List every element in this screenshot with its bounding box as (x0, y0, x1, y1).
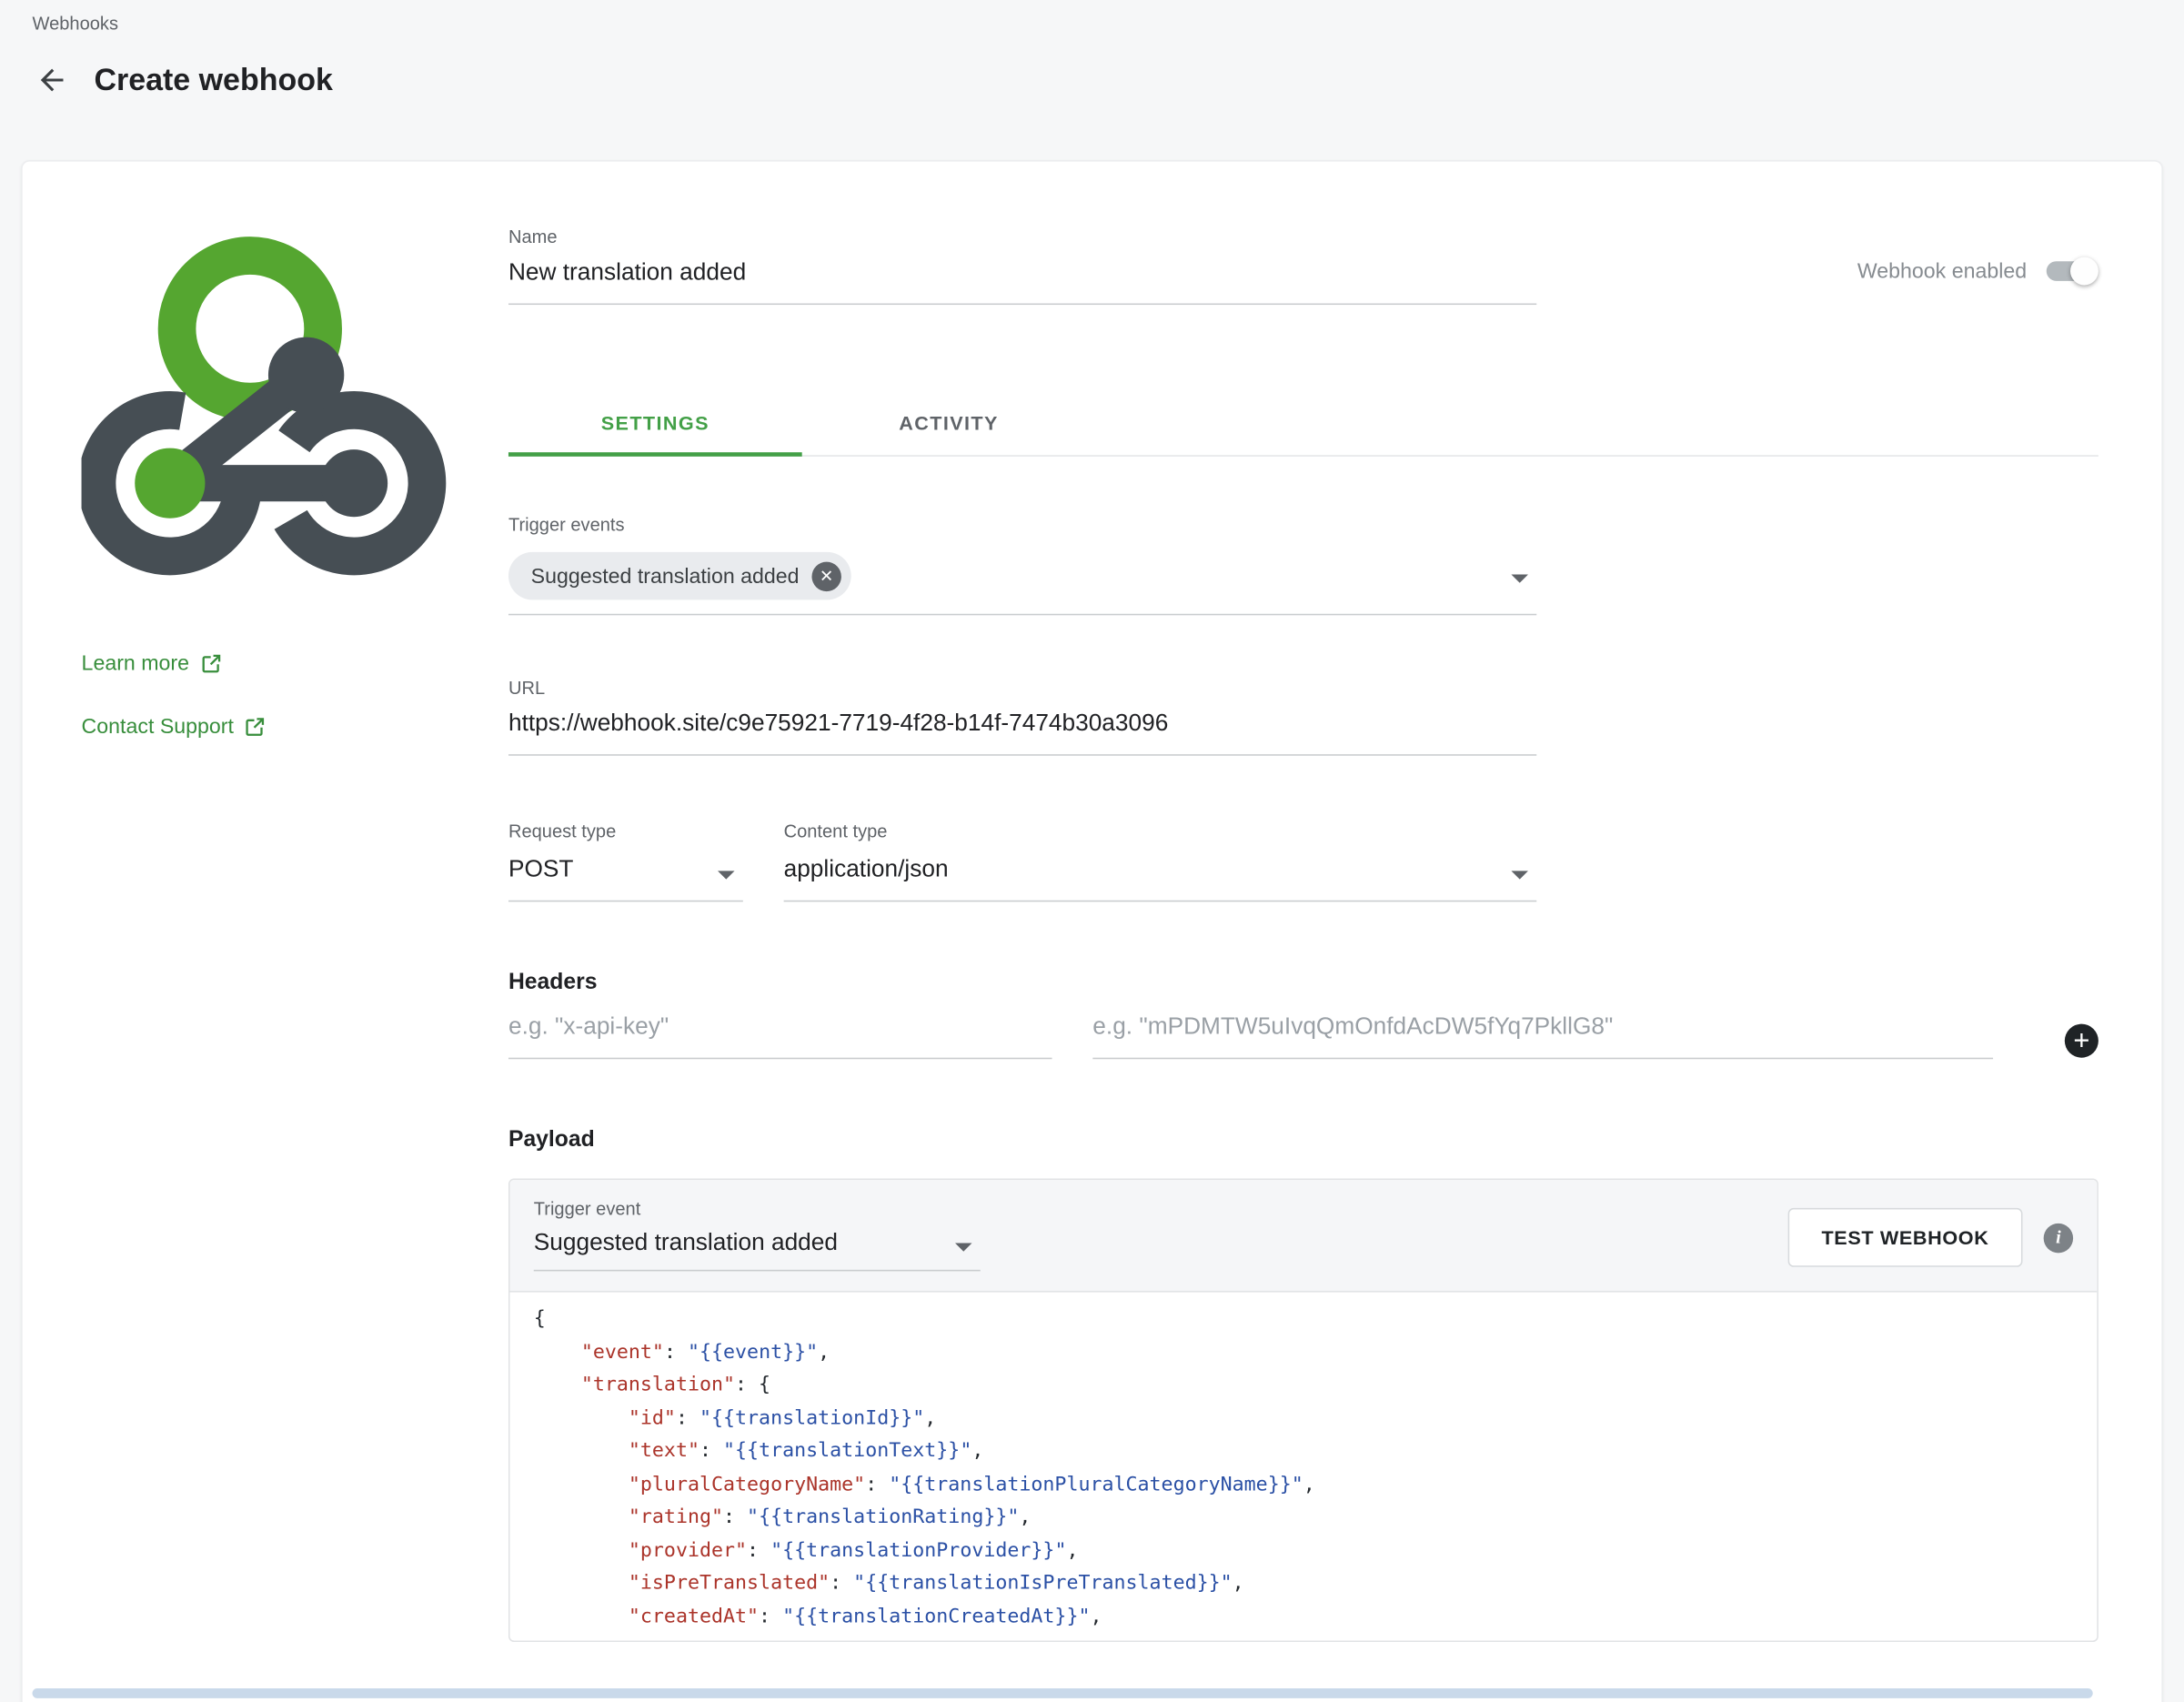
request-type-value-row: POST (508, 846, 743, 902)
name-row: Name Webhook enabled (508, 227, 2098, 305)
payload-header-actions: TEST WEBHOOK i (1787, 1208, 2073, 1267)
url-label: URL (508, 677, 1536, 698)
trigger-event-chip: Suggested translation added ✕ (508, 552, 851, 599)
content-type-label: Content type (784, 821, 1537, 841)
request-type-value: POST (508, 855, 613, 881)
title-row: Create webhook (33, 56, 2152, 104)
content-type-value: application/json (784, 855, 988, 881)
headers-title: Headers (508, 971, 2098, 996)
name-field: Name (508, 227, 1536, 305)
payload-trigger-value: Suggested translation added (534, 1229, 838, 1255)
name-input[interactable] (508, 247, 1536, 305)
learn-more-label: Learn more (82, 651, 189, 675)
contact-support-label: Contact Support (82, 715, 234, 739)
content-type-value-row: application/json (784, 846, 1537, 902)
payload-panel: Trigger event Suggested translation adde… (508, 1178, 2098, 1642)
trigger-event-chip-label: Suggested translation added (531, 564, 800, 588)
types-row: Request type POST Content type applicati… (508, 821, 2098, 902)
header-value-input[interactable] (1092, 1002, 1993, 1059)
chevron-down-icon (718, 871, 735, 879)
tab-activity-label: ACTIVITY (899, 411, 999, 434)
request-type-label: Request type (508, 821, 743, 841)
external-link-icon (200, 653, 221, 674)
chevron-down-icon (1511, 574, 1528, 582)
payload-code-editor[interactable]: { "event": "{{event}}", "translation": {… (510, 1293, 2098, 1642)
tab-bar: SETTINGS ACTIVITY (508, 389, 2098, 457)
chip-remove-icon[interactable]: ✕ (811, 561, 840, 590)
add-header-button[interactable]: + (2065, 1024, 2098, 1058)
tab-settings-label: SETTINGS (601, 411, 710, 434)
chevron-down-icon (955, 1244, 972, 1252)
page-title: Create webhook (94, 62, 332, 98)
trigger-events-select[interactable]: Suggested translation added ✕ (508, 539, 1536, 615)
content-type-select[interactable]: Content type application/json (784, 821, 1537, 902)
url-field: URL (508, 677, 1536, 755)
test-webhook-button[interactable]: TEST WEBHOOK (1787, 1208, 2022, 1267)
left-column: Learn more Contact Support (82, 227, 508, 740)
request-type-select[interactable]: Request type POST (508, 821, 743, 902)
chevron-down-icon (1511, 871, 1528, 879)
horizontal-scrollbar[interactable] (33, 1688, 2093, 1698)
payload-trigger-select[interactable]: Trigger event Suggested translation adde… (534, 1198, 981, 1271)
webhook-enabled-switch[interactable] (2047, 257, 2098, 286)
payload-trigger-label: Trigger event (534, 1198, 981, 1219)
topbar: Webhooks Create webhook (0, 0, 2184, 104)
webhook-enabled-row: Webhook enabled (1857, 257, 2098, 286)
back-button[interactable] (33, 60, 72, 99)
arrow-left-icon (35, 63, 69, 96)
payload-title: Payload (508, 1128, 2098, 1153)
webhook-enabled-label: Webhook enabled (1857, 259, 2027, 283)
tab-settings[interactable]: SETTINGS (508, 389, 802, 456)
header-key-input[interactable] (508, 1002, 1052, 1059)
trigger-events-field: Trigger events Suggested translation add… (508, 514, 1536, 615)
url-input[interactable] (508, 698, 1536, 755)
webhook-card: Learn more Contact Support Name (21, 160, 2163, 1702)
tab-activity[interactable]: ACTIVITY (802, 389, 1096, 456)
page: Webhooks Create webhook (0, 0, 2184, 1702)
breadcrumb[interactable]: Webhooks (33, 13, 2152, 34)
trigger-events-label: Trigger events (508, 514, 1536, 535)
info-icon[interactable]: i (2044, 1223, 2073, 1252)
webhook-logo (82, 236, 447, 576)
webhook-logo-icon (82, 236, 447, 576)
payload-trigger-value-row: Suggested translation added (534, 1222, 981, 1271)
external-link-icon (245, 716, 266, 737)
plus-icon: + (2073, 1025, 2089, 1056)
name-label: Name (508, 227, 1536, 247)
main-column: Name Webhook enabled SETTINGS ACTIVITY (508, 227, 2098, 1642)
switch-knob (2070, 257, 2098, 286)
learn-more-link[interactable]: Learn more (82, 651, 222, 675)
headers-row: + (508, 1002, 2098, 1059)
contact-support-link[interactable]: Contact Support (82, 715, 267, 739)
payload-panel-header: Trigger event Suggested translation adde… (510, 1180, 2098, 1293)
